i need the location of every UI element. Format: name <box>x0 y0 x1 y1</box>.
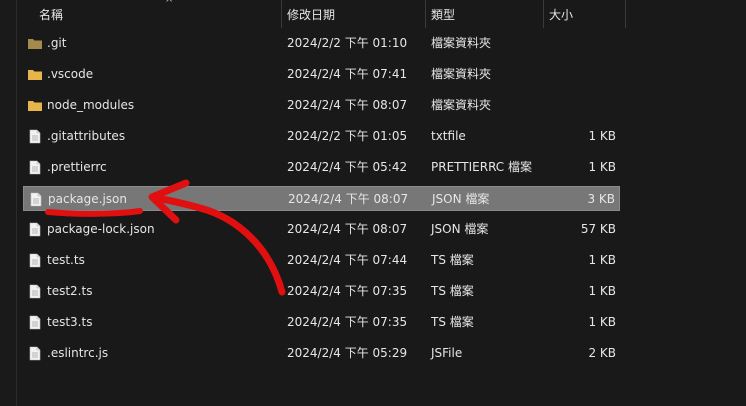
file-type: JSON 檔案 <box>431 222 489 236</box>
file-name: test2.ts <box>47 284 93 298</box>
file-size: 1 KB <box>588 129 616 143</box>
file-icon <box>27 253 43 268</box>
file-modified-date: 2024/2/4 下午 05:29 <box>287 346 408 360</box>
file-type: 檔案資料夾 <box>431 98 492 112</box>
sort-ascending-icon: ^ <box>165 0 174 9</box>
file-icon <box>27 284 43 299</box>
file-icon <box>27 222 43 237</box>
column-header-date-label: 修改日期 <box>287 8 336 22</box>
file-name: .vscode <box>47 67 94 81</box>
file-modified-date: 2024/2/4 下午 07:35 <box>287 284 408 298</box>
folder-icon <box>27 36 43 51</box>
file-modified-date: 2024/2/4 下午 07:35 <box>287 315 408 329</box>
file-icon <box>27 129 43 144</box>
file-modified-date: 2024/2/4 下午 08:07 <box>288 192 409 206</box>
file-modified-date: 2024/2/4 下午 08:07 <box>287 98 408 112</box>
file-row[interactable]: package.json 2024/2/4 下午 08:07 JSON 檔案 3 KB <box>23 186 620 211</box>
file-type: PRETTIERRC 檔案 <box>431 160 532 174</box>
column-header-type-label: 類型 <box>431 8 456 22</box>
file-row[interactable]: .git 2024/2/2 下午 01:10 檔案資料夾 <box>23 31 620 56</box>
file-name: test.ts <box>47 253 85 267</box>
column-divider[interactable] <box>625 0 626 28</box>
file-row[interactable]: .vscode 2024/2/4 下午 07:41 檔案資料夾 <box>23 62 620 87</box>
file-modified-date: 2024/2/4 下午 07:44 <box>287 253 408 267</box>
file-name: .gitattributes <box>47 129 126 143</box>
file-row[interactable]: .gitattributes 2024/2/2 下午 01:05 txtfile 1 … <box>23 124 620 149</box>
file-row[interactable]: package-lock.json 2024/2/4 下午 08:07 JSON 檔… <box>23 217 620 242</box>
column-header-bar: 名稱 ^ 修改日期 類型 大小 <box>17 0 746 30</box>
file-size: 1 KB <box>588 315 616 329</box>
column-header-type[interactable]: 類型 <box>425 0 543 30</box>
file-size: 3 KB <box>587 192 615 206</box>
file-explorer-view: 名稱 ^ 修改日期 類型 大小 .git 2024/2/2 下午 01:10 檔案資… <box>0 0 746 406</box>
file-icon <box>27 346 43 361</box>
file-type: TS 檔案 <box>431 253 474 267</box>
file-modified-date: 2024/2/2 下午 01:05 <box>287 129 408 143</box>
file-name: test3.ts <box>47 315 93 329</box>
file-row[interactable]: test3.ts 2024/2/4 下午 07:35 TS 檔案 1 KB <box>23 310 620 335</box>
file-size: 1 KB <box>588 284 616 298</box>
file-modified-date: 2024/2/4 下午 05:42 <box>287 160 408 174</box>
folder-icon <box>27 98 43 113</box>
file-modified-date: 2024/2/4 下午 08:07 <box>287 222 408 236</box>
file-icon <box>27 315 43 330</box>
file-name: package.json <box>48 192 128 206</box>
file-name: .git <box>47 36 67 50</box>
file-size: 57 KB <box>580 222 616 236</box>
column-header-name-label: 名稱 <box>39 8 64 22</box>
file-type: JSFile <box>431 346 463 360</box>
file-size: 1 KB <box>588 253 616 267</box>
file-name: node_modules <box>47 98 135 112</box>
file-size: 1 KB <box>588 160 616 174</box>
file-type: txtfile <box>431 129 466 143</box>
column-header-size[interactable]: 大小 <box>543 0 625 30</box>
file-name: .prettierrc <box>47 160 107 174</box>
file-size: 2 KB <box>588 346 616 360</box>
file-type: JSON 檔案 <box>432 192 490 206</box>
file-name: .eslintrc.js <box>47 346 109 360</box>
navigation-pane-edge <box>0 0 17 406</box>
column-header-size-label: 大小 <box>549 8 574 22</box>
file-row[interactable]: test2.ts 2024/2/4 下午 07:35 TS 檔案 1 KB <box>23 279 620 304</box>
column-header-name[interactable]: 名稱 <box>33 0 281 30</box>
folder-icon <box>27 67 43 82</box>
file-name: package-lock.json <box>47 222 155 236</box>
file-type: TS 檔案 <box>431 284 474 298</box>
column-header-date[interactable]: 修改日期 <box>281 0 425 30</box>
file-row[interactable]: .prettierrc 2024/2/4 下午 05:42 PRETTIERRC 檔… <box>23 155 620 180</box>
file-type: 檔案資料夾 <box>431 36 492 50</box>
file-row[interactable]: node_modules 2024/2/4 下午 08:07 檔案資料夾 <box>23 93 620 118</box>
file-type: TS 檔案 <box>431 315 474 329</box>
file-type: 檔案資料夾 <box>431 67 492 81</box>
file-row[interactable]: test.ts 2024/2/4 下午 07:44 TS 檔案 1 KB <box>23 248 620 273</box>
file-modified-date: 2024/2/4 下午 07:41 <box>287 67 408 81</box>
file-icon <box>28 192 44 207</box>
file-icon <box>27 160 43 175</box>
file-row[interactable]: .eslintrc.js 2024/2/4 下午 05:29 JSFile 2 KB <box>23 341 620 366</box>
file-modified-date: 2024/2/2 下午 01:10 <box>287 36 408 50</box>
